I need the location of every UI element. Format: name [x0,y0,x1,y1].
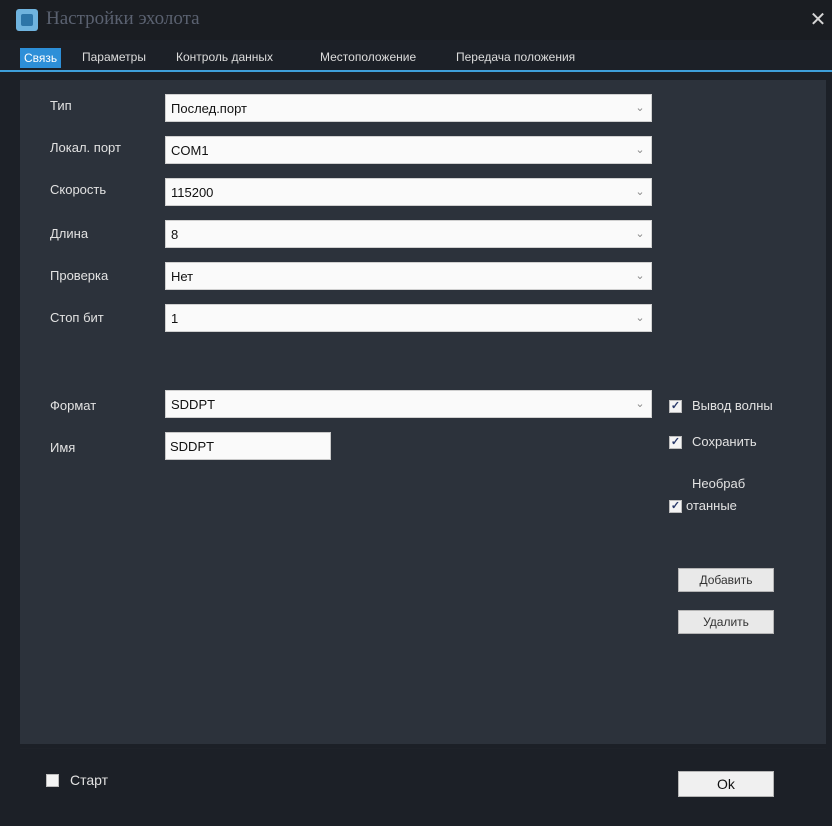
close-button[interactable]: ✕ [804,8,832,32]
speed-label: Скорость [50,182,107,197]
delete-button[interactable]: Удалить [678,610,774,634]
name-value: SDDPT [170,439,215,454]
type-value: Послед.порт [171,101,247,116]
length-select[interactable]: 8 ⌄ [165,220,652,248]
format-select[interactable]: SDDPT ⌄ [165,390,652,418]
raw-data-label-line1: Необраб [692,476,746,491]
local-port-value: COM1 [171,143,209,158]
chevron-down-icon: ⌄ [635,270,645,282]
tab-connection[interactable]: Связь [20,48,62,68]
parity-value: Нет [171,269,194,284]
local-port-label: Локал. порт [50,140,121,155]
add-button[interactable]: Добавить [678,568,774,592]
ok-button[interactable]: Ok [678,771,774,797]
wave-output-label: Вывод волны [692,398,773,413]
speed-select[interactable]: 115200 ⌄ [165,178,652,206]
chevron-down-icon: ⌄ [635,312,645,324]
stop-bits-select[interactable]: 1 ⌄ [165,304,652,332]
stop-bits-label: Стоп бит [50,310,104,325]
chevron-down-icon: ⌄ [635,228,645,240]
name-label: Имя [50,440,76,455]
tab-location[interactable]: Местоположение [320,47,416,67]
type-select[interactable]: Послед.порт ⌄ [165,94,652,122]
start-label: Старт [70,772,109,788]
length-label: Длина [50,226,89,241]
window-title: Настройки эхолота [46,8,200,29]
length-value: 8 [171,227,179,242]
tab-data-control[interactable]: Контроль данных [176,47,273,67]
raw-data-checkbox[interactable]: ✓ [669,500,682,513]
name-input[interactable]: SDDPT [165,432,331,460]
start-checkbox[interactable] [46,774,59,787]
wave-output-checkbox[interactable]: ✓ [669,400,682,413]
tab-parameters[interactable]: Параметры [82,47,146,67]
parity-select[interactable]: Нет ⌄ [165,262,652,290]
tab-position-transfer[interactable]: Передача положения [456,47,575,67]
chevron-down-icon: ⌄ [635,186,645,198]
raw-data-label-line2: отанные [686,498,737,513]
local-port-select[interactable]: COM1 ⌄ [165,136,652,164]
settings-window: Настройки эхолота ✕ Связь Параметры Конт… [0,0,832,826]
app-icon [16,9,38,31]
type-label: Тип [50,98,72,113]
title-bar: Настройки эхолота ✕ [0,0,832,40]
tab-bar: Связь Параметры Контроль данных Местопол… [0,44,832,72]
format-value: SDDPT [171,397,216,412]
parity-label: Проверка [50,268,109,283]
chevron-down-icon: ⌄ [635,102,645,114]
format-label: Формат [50,398,97,413]
save-label: Сохранить [692,434,757,449]
speed-value: 115200 [171,185,214,200]
chevron-down-icon: ⌄ [635,144,645,156]
stop-bits-value: 1 [171,311,179,326]
save-checkbox[interactable]: ✓ [669,436,682,449]
footer-divider [20,748,826,749]
chevron-down-icon: ⌄ [635,398,645,410]
